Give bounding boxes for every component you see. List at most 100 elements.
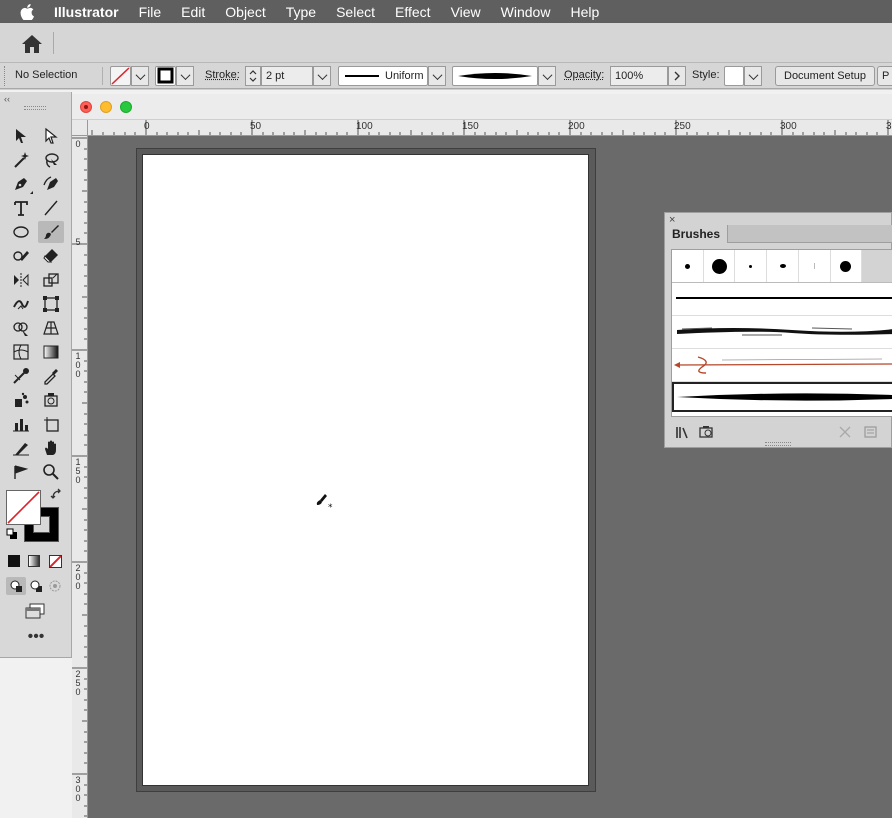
magic-wand-tool[interactable]	[8, 149, 34, 171]
tapered-brush-row[interactable]	[672, 382, 892, 412]
document-setup-button[interactable]: Document Setup	[775, 66, 875, 86]
draw-normal-button[interactable]	[6, 577, 26, 595]
menu-view[interactable]: View	[451, 4, 481, 20]
brush-definition[interactable]	[452, 66, 538, 86]
gradient-icon	[42, 343, 60, 361]
menu-select[interactable]: Select	[336, 4, 375, 20]
apple-logo-icon[interactable]	[20, 4, 34, 20]
opacity-label[interactable]: Opacity:	[564, 69, 604, 81]
brush-libraries-icon[interactable]	[675, 425, 691, 439]
zoom-window-button[interactable]	[120, 101, 132, 113]
paintbrush-tool[interactable]	[38, 221, 64, 243]
menu-effect[interactable]: Effect	[395, 4, 431, 20]
scale-tool[interactable]	[38, 269, 64, 291]
menu-file[interactable]: File	[139, 4, 162, 20]
pen-tool[interactable]	[8, 173, 34, 195]
panel-grip[interactable]	[4, 66, 7, 86]
menu-edit[interactable]: Edit	[181, 4, 205, 20]
blend-tool[interactable]	[8, 365, 34, 387]
draw-inside-button[interactable]	[46, 577, 64, 595]
collapse-panel-icon[interactable]: ‹‹	[4, 94, 10, 104]
brush-swatch[interactable]	[799, 250, 831, 282]
brush-swatch[interactable]	[672, 250, 704, 282]
none-mode-button[interactable]	[49, 555, 62, 568]
arrow-brush-row[interactable]	[672, 349, 892, 382]
artboard[interactable]	[142, 154, 589, 786]
fill-color-box[interactable]	[6, 490, 41, 525]
brush-swatch[interactable]	[862, 250, 892, 282]
fill-dropdown[interactable]	[131, 66, 149, 86]
horizontal-ruler[interactable]: 0 50 100 150 200 250 300 3	[88, 120, 892, 136]
color-mode-button[interactable]	[8, 555, 20, 567]
free-transform-tool[interactable]	[38, 293, 64, 315]
brush-swatch[interactable]	[735, 250, 767, 282]
menu-object[interactable]: Object	[225, 4, 265, 20]
remove-brush-stroke-icon[interactable]	[837, 425, 853, 439]
more-tools-button[interactable]: •••	[26, 632, 46, 646]
charcoal-brush-row[interactable]	[672, 316, 892, 349]
mesh-tool[interactable]	[8, 341, 34, 363]
stroke-label[interactable]: Stroke:	[205, 69, 240, 81]
ellipse-tool[interactable]	[8, 221, 34, 243]
shaper-tool[interactable]	[8, 245, 34, 267]
preferences-button[interactable]: P	[877, 66, 892, 86]
libraries-panel-icon[interactable]	[699, 425, 715, 439]
panel-grip[interactable]	[24, 106, 46, 110]
close-window-button[interactable]	[80, 101, 92, 113]
slice-tool[interactable]	[8, 437, 34, 459]
menu-type[interactable]: Type	[286, 4, 316, 20]
brush-options-icon[interactable]	[863, 425, 879, 439]
perspective-grid-tool[interactable]	[38, 317, 64, 339]
menu-window[interactable]: Window	[501, 4, 551, 20]
panel-resize-grip[interactable]	[765, 442, 791, 446]
swap-fill-stroke-icon[interactable]	[50, 488, 64, 502]
width-tool[interactable]	[8, 293, 34, 315]
ruler-origin[interactable]	[72, 120, 88, 136]
artboard-tool[interactable]	[38, 413, 64, 435]
minimize-window-button[interactable]	[100, 101, 112, 113]
stroke-weight-dropdown[interactable]	[313, 66, 331, 86]
symbol-sprayer-tool[interactable]	[8, 389, 34, 411]
curvature-tool[interactable]	[38, 173, 64, 195]
basic-brush-row[interactable]	[672, 283, 892, 316]
reflect-tool[interactable]	[8, 269, 34, 291]
stroke-swatch[interactable]	[155, 66, 176, 86]
gradient-tool[interactable]	[38, 341, 64, 363]
brush-dropdown[interactable]	[538, 66, 556, 86]
shape-builder-tool[interactable]	[8, 317, 34, 339]
stroke-dropdown[interactable]	[176, 66, 194, 86]
draw-behind-button[interactable]	[27, 577, 45, 595]
selection-tool[interactable]	[8, 125, 34, 147]
style-dropdown[interactable]	[744, 66, 762, 86]
column-graph-tool[interactable]	[8, 413, 34, 435]
tab-brushes[interactable]: Brushes	[665, 225, 728, 243]
brush-swatch[interactable]	[704, 250, 736, 282]
brush-swatch[interactable]	[831, 250, 863, 282]
type-tool[interactable]	[8, 197, 34, 219]
menu-help[interactable]: Help	[570, 4, 599, 20]
eyedropper-tool[interactable]	[38, 365, 64, 387]
lasso-tool[interactable]	[38, 149, 64, 171]
eraser-tool[interactable]	[38, 245, 64, 267]
variable-width-profile[interactable]: Uniform	[338, 66, 428, 86]
style-swatch[interactable]	[724, 66, 744, 86]
stroke-weight-input[interactable]: 2 pt	[261, 66, 313, 86]
gradient-mode-button[interactable]	[28, 555, 40, 567]
live-paint-bucket-tool[interactable]	[38, 389, 64, 411]
opacity-input[interactable]: 100%	[610, 66, 668, 86]
puppet-warp-tool[interactable]	[8, 461, 34, 483]
default-fill-stroke-icon[interactable]	[6, 528, 18, 540]
line-segment-tool[interactable]	[38, 197, 64, 219]
opacity-expand[interactable]	[668, 66, 686, 86]
profile-dropdown[interactable]	[428, 66, 446, 86]
screen-mode-button[interactable]	[24, 602, 48, 620]
home-icon[interactable]	[20, 33, 44, 55]
vertical-ruler[interactable]: 0 5 100 150 200 250 300	[72, 136, 88, 818]
zoom-tool[interactable]	[38, 461, 64, 483]
stroke-stepper[interactable]	[245, 66, 261, 86]
hand-tool[interactable]	[38, 437, 64, 459]
direct-selection-tool[interactable]	[38, 125, 64, 147]
menu-illustrator[interactable]: Illustrator	[54, 4, 119, 20]
brush-swatch[interactable]	[767, 250, 799, 282]
fill-swatch[interactable]	[110, 66, 131, 86]
